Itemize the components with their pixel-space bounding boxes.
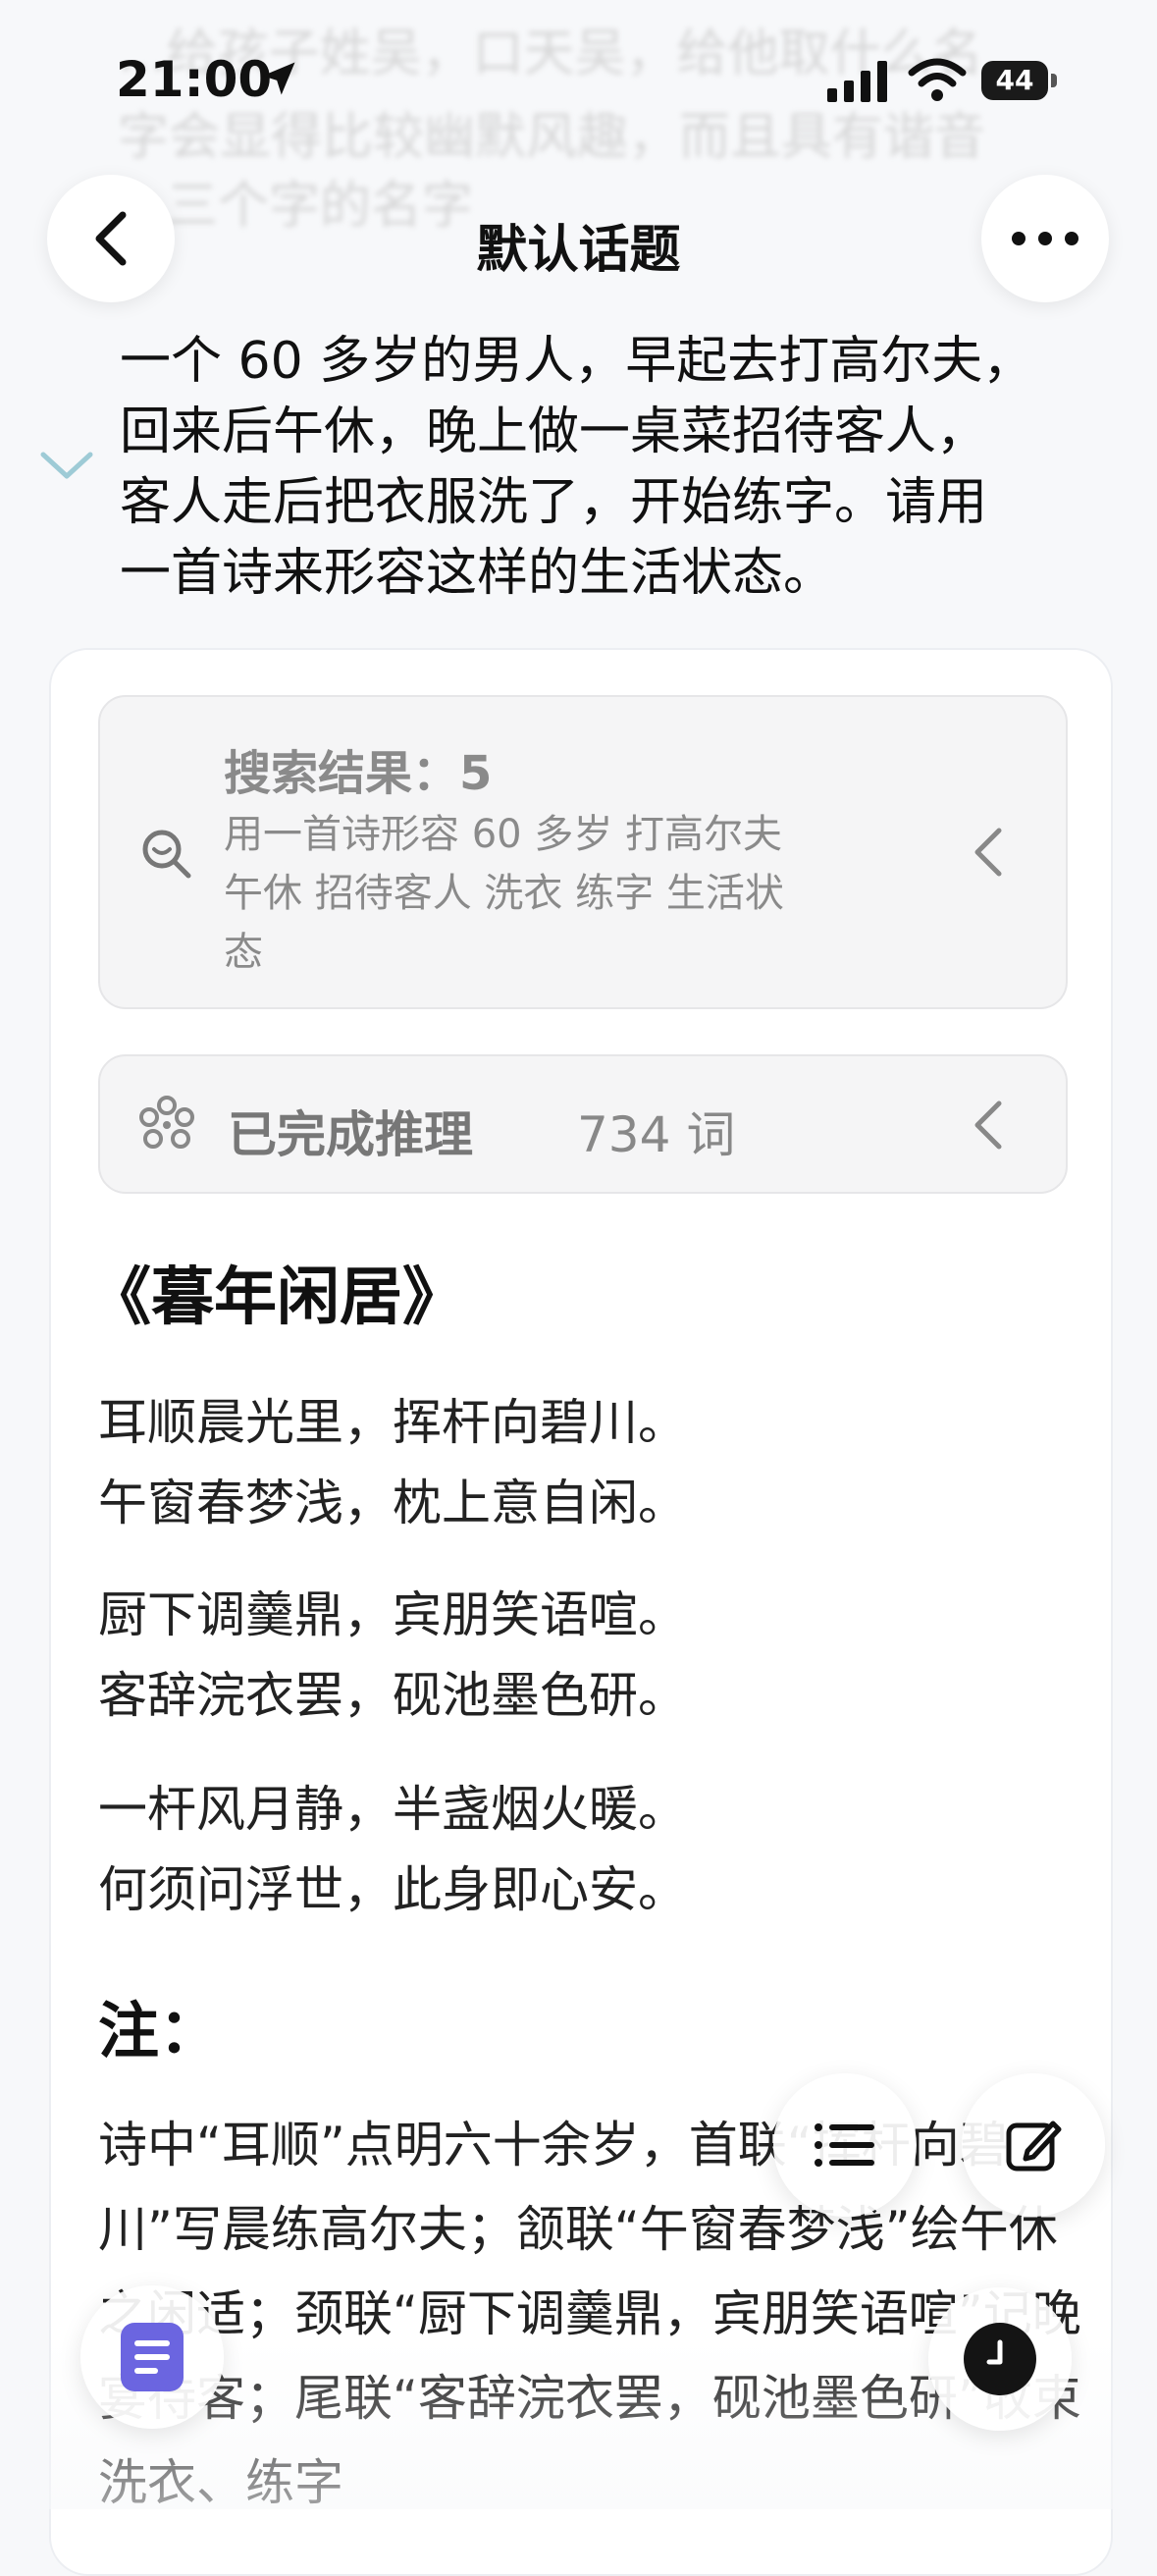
poem-stanza: 一杆风月静，半盏烟火暖。 何须问浮世，此身即心安。: [98, 1769, 687, 1930]
chevron-left-icon: [974, 828, 1002, 877]
reasoning-label: 已完成推理: [228, 1106, 473, 1163]
search-icon: [142, 830, 191, 879]
edit-icon: [1006, 2120, 1062, 2172]
outline-button[interactable]: [773, 2073, 917, 2217]
note-title: 注：: [98, 1995, 221, 2066]
location-arrow-icon: [262, 62, 295, 95]
poem-line: 一杆风月静，半盏烟火暖。: [98, 1781, 687, 1838]
poem-stanza: 耳顺晨光里，挥杆向碧川。 午窗春梦浅，枕上意自闲。: [98, 1382, 687, 1543]
poem-line: 耳顺晨光里，挥杆向碧川。: [98, 1394, 687, 1451]
search-results-panel[interactable]: 搜索结果：5 用一首诗形容 60 多岁 打高尔夫 午休 招待客人 洗衣 练字 生…: [98, 695, 1068, 1009]
battery-level: 44: [981, 61, 1048, 100]
user-question: 一个 60 多岁的男人，早起去打高尔夫， 回来后午休，晚上做一桌菜招待客人， 客…: [120, 332, 1034, 603]
status-time: 21:00: [116, 51, 273, 108]
search-results-title: 搜索结果：5: [224, 746, 493, 801]
poem-line: 午窗春梦浅，枕上意自闲。: [98, 1475, 687, 1531]
history-button[interactable]: [928, 2287, 1072, 2431]
poem-title: 《暮年闲居》: [88, 1261, 465, 1334]
status-bar: 21:00 44: [0, 0, 1157, 167]
chevron-left-icon: [974, 1100, 1002, 1150]
more-button[interactable]: [981, 175, 1109, 302]
reasoning-icon: [139, 1096, 194, 1149]
reasoning-panel[interactable]: 已完成推理 734 词: [98, 1054, 1068, 1194]
expand-question-icon[interactable]: [39, 447, 94, 486]
more-icon: [1012, 232, 1078, 245]
poem-line: 厨下调羹鼎，宾朋笑语喧。: [98, 1586, 687, 1643]
search-query: 用一首诗形容 60 多岁 打高尔夫 午休 招待客人 洗衣 练字 生活状态: [224, 812, 784, 975]
clock-icon: [964, 2323, 1036, 2395]
list-icon: [815, 2123, 874, 2167]
answer-card: 搜索结果：5 用一首诗形容 60 多岁 打高尔夫 午休 招待客人 洗衣 练字 生…: [49, 648, 1113, 2576]
battery-icon: 44: [981, 61, 1060, 102]
signal-icon: [827, 61, 887, 102]
new-chat-button[interactable]: [962, 2073, 1105, 2217]
wifi-icon: [908, 58, 967, 101]
poem-line: 客辞浣衣罢，砚池墨色研。: [98, 1667, 687, 1724]
poem-line: 何须问浮世，此身即心安。: [98, 1861, 687, 1918]
reasoning-word-count: 734 词: [577, 1106, 736, 1163]
poem-stanza: 厨下调羹鼎，宾朋笑语喧。 客辞浣衣罢，砚池墨色研。: [98, 1575, 687, 1736]
document-button[interactable]: [80, 2285, 224, 2429]
document-icon: [121, 2323, 184, 2391]
navigation-bar: 默认话题: [0, 167, 1157, 314]
